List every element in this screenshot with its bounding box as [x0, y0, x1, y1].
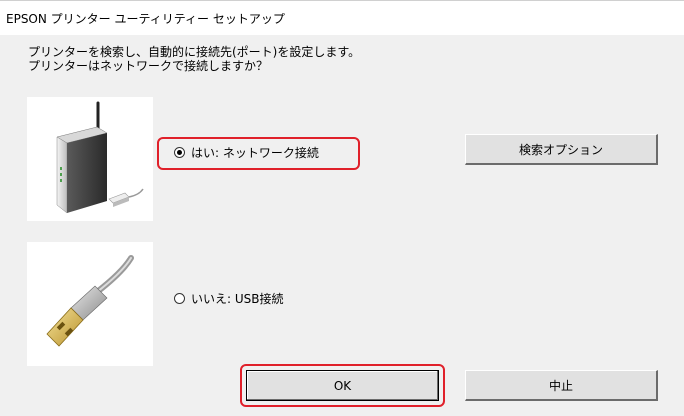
- cancel-button[interactable]: 中止: [465, 370, 658, 401]
- title-bar: EPSON プリンター ユーティリティー セットアップ: [0, 1, 684, 35]
- ok-button[interactable]: OK: [246, 370, 439, 401]
- radio-usb-connection[interactable]: いいえ: USB接続: [174, 290, 284, 307]
- instruction-line-1: プリンターを検索し、自動的に接続先(ポート)を設定します。: [28, 45, 361, 59]
- window-title: EPSON プリンター ユーティリティー セットアップ: [6, 12, 285, 26]
- radio-network-connection[interactable]: はい: ネットワーク接続: [174, 144, 319, 161]
- usb-connection-label: いいえ: USB接続: [191, 292, 284, 306]
- setup-dialog: EPSON プリンター ユーティリティー セットアップ プリンターを検索し、自動…: [0, 0, 684, 416]
- instruction-line-2: プリンターはネットワークで接続しますか？: [28, 59, 269, 73]
- radio-button-checked[interactable]: [174, 147, 185, 158]
- search-options-button[interactable]: 検索オプション: [465, 134, 658, 165]
- network-connection-label: はい: ネットワーク接続: [191, 146, 319, 160]
- usb-cable-icon: [27, 242, 153, 366]
- instruction-text: プリンターを検索し、自動的に接続先(ポート)を設定します。 プリンターはネットワ…: [28, 45, 360, 73]
- radio-button-unchecked[interactable]: [174, 293, 185, 304]
- network-printer-icon: [27, 97, 153, 221]
